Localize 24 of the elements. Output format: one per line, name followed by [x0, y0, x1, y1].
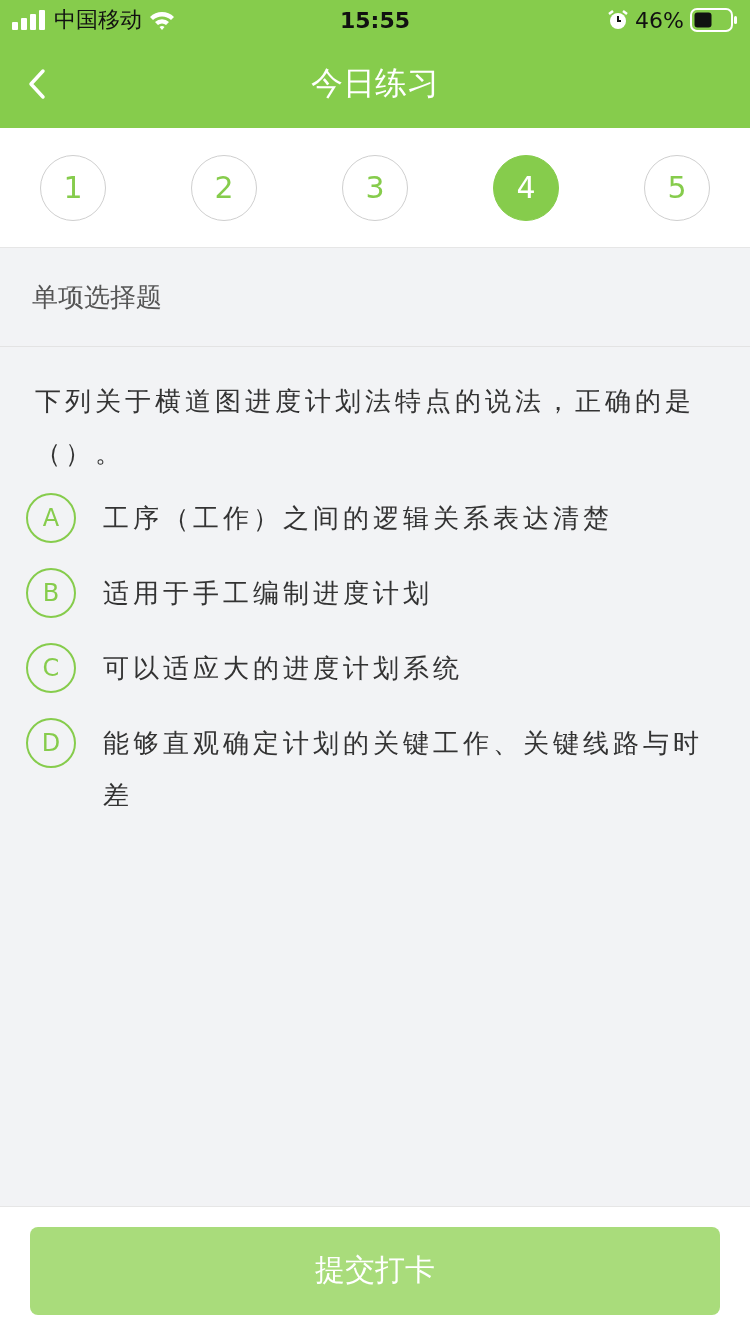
page-title: 今日练习 — [311, 63, 439, 104]
question-number-button[interactable]: 2 — [191, 154, 257, 221]
back-icon — [28, 68, 46, 100]
option-radio[interactable]: D — [26, 718, 76, 768]
option-text[interactable]: 可以适应大的进度计划系统 — [103, 642, 463, 694]
option-radio[interactable]: C — [26, 643, 76, 693]
question-type-label: 单项选择题 — [0, 248, 750, 347]
status-time: 15:55 — [340, 7, 410, 33]
option-text[interactable]: 能够直观确定计划的关键工作、关键线路与时差 — [103, 717, 726, 821]
battery-icon — [690, 8, 738, 32]
alarm-icon — [607, 9, 630, 31]
question-number-button[interactable]: 4 — [493, 154, 559, 221]
battery-percent: 46% — [635, 7, 684, 33]
option-radio[interactable]: B — [26, 568, 76, 618]
option-text[interactable]: 适用于手工编制进度计划 — [103, 567, 433, 619]
wifi-icon — [148, 9, 176, 31]
option-radio[interactable]: A — [26, 493, 76, 543]
carrier-name: 中国移动 — [54, 6, 142, 34]
option-text[interactable]: 工序（工作）之间的逻辑关系表达清楚 — [103, 492, 613, 544]
question-number-button[interactable]: 3 — [342, 154, 408, 221]
signal-icon — [12, 10, 48, 30]
question-text: 下列关于横道图进度计划法特点的说法，正确的是（）。 — [34, 385, 696, 470]
question-number-button[interactable]: 5 — [644, 154, 710, 221]
question-number-button[interactable]: 1 — [40, 154, 106, 221]
